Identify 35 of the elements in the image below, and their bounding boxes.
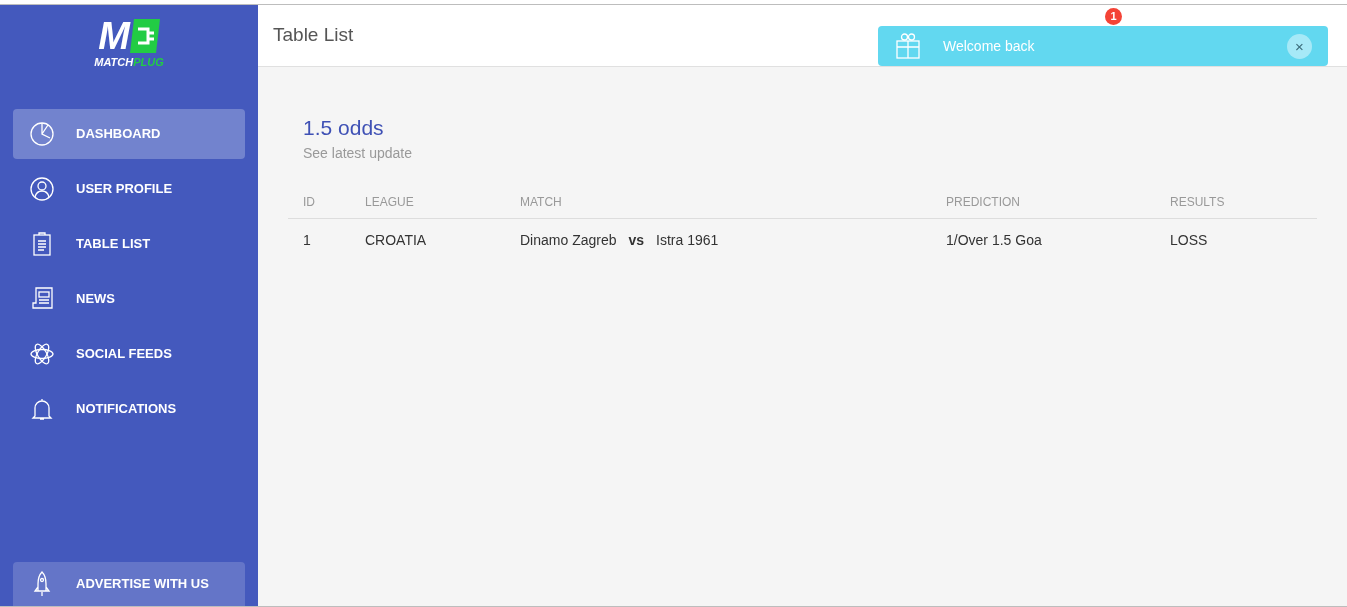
pie-chart-icon <box>29 121 55 147</box>
table-cell: CROATIA <box>365 218 520 262</box>
sidebar-item[interactable]: NOTIFICATIONS <box>13 384 245 434</box>
logo-wordmark: MATCH <box>94 56 134 68</box>
card-title: 1.5 odds <box>303 115 385 141</box>
team-name: Dinamo Zagreb <box>520 231 617 248</box>
atom-icon <box>29 341 55 367</box>
column-header: ID <box>288 186 365 218</box>
table-cell: LOSS <box>1170 218 1317 262</box>
newspaper-icon <box>29 286 55 312</box>
sidebar-item[interactable]: SOCIAL FEEDS <box>13 329 245 379</box>
column-header: RESULTS <box>1170 186 1317 218</box>
logo-mark: M <box>98 17 130 55</box>
logo-wordmark: PLUG <box>133 56 164 68</box>
sidebar-item[interactable]: TABLE LIST <box>13 219 245 269</box>
page-title: Table List <box>273 23 354 48</box>
notification-badge: 1 <box>1105 8 1122 25</box>
table-cell: 1/Over 1.5 Goa <box>946 218 1170 262</box>
sidebar-item[interactable]: USER PROFILE <box>13 164 245 214</box>
column-header: LEAGUE <box>365 186 520 218</box>
plug-logo-icon <box>129 19 160 53</box>
advertise-button[interactable]: ADVERTISE WITH US <box>13 562 245 606</box>
column-header: PREDICTION <box>946 186 1170 218</box>
user-icon <box>29 176 55 202</box>
column-header: MATCH <box>520 186 946 218</box>
toast-message: Welcome back <box>943 36 1036 56</box>
team-name: Istra 1961 <box>656 231 719 248</box>
versus-label: vs <box>628 231 645 248</box>
card-subtitle: See latest update <box>303 144 413 163</box>
bell-icon <box>29 396 55 422</box>
sidebar-item[interactable]: DASHBOARD <box>13 109 245 159</box>
sidebar-item[interactable]: NEWS <box>13 274 245 324</box>
table-cell: 1 <box>288 218 365 262</box>
gift-icon <box>894 32 922 60</box>
close-button[interactable]: × <box>1287 33 1312 59</box>
